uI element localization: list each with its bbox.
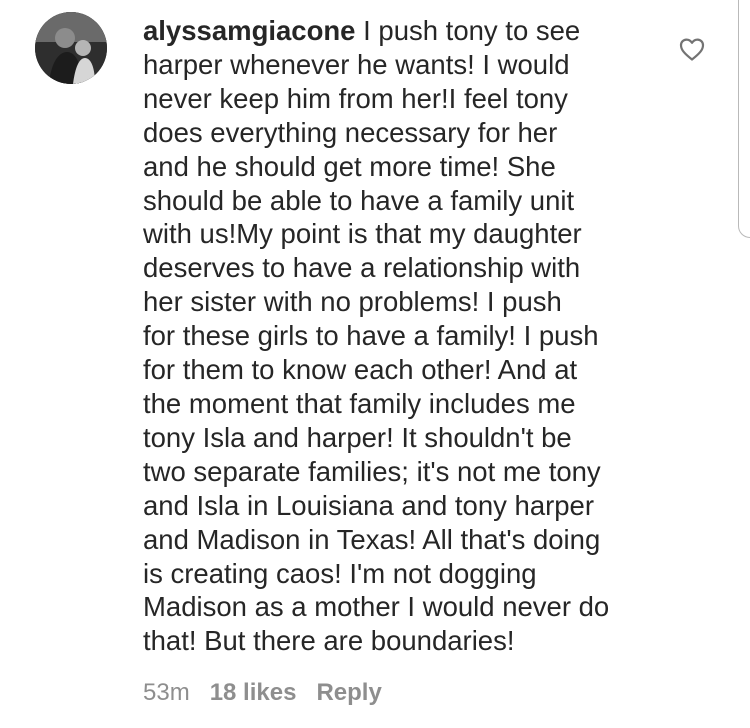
- avatar[interactable]: [35, 12, 107, 84]
- avatar-photo: [35, 12, 107, 84]
- username-link[interactable]: alyssamgiacone: [143, 15, 355, 46]
- comment: alyssamgiacone I push tony to see harper…: [0, 0, 750, 728]
- comment-meta: 53m 18 likes Reply: [143, 676, 382, 710]
- comment-timestamp: 53m: [143, 679, 190, 706]
- screen-edge-divider: [738, 0, 750, 238]
- likes-count-link[interactable]: 18 likes: [210, 679, 297, 707]
- comment-body: alyssamgiacone I push tony to see harper…: [143, 14, 653, 658]
- reply-button[interactable]: Reply: [316, 679, 381, 707]
- heart-outline-icon[interactable]: [678, 36, 706, 62]
- comment-text: I push tony to see harper whenever he wa…: [143, 15, 610, 657]
